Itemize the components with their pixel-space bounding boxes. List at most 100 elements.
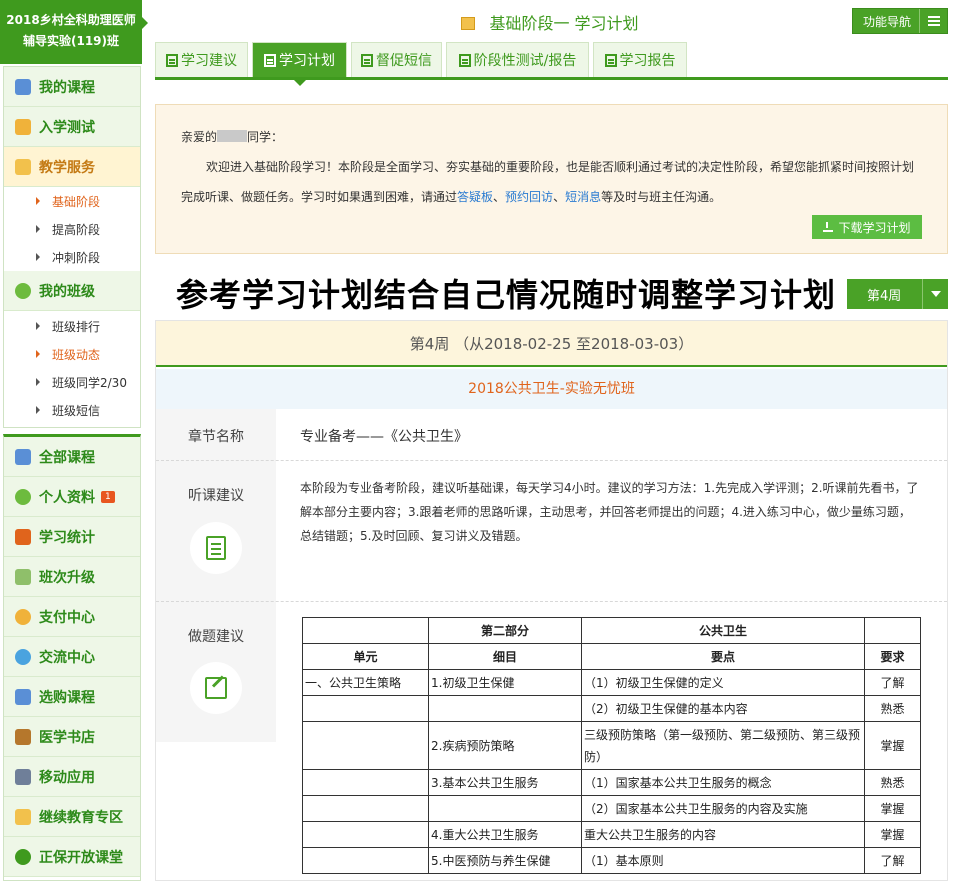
class-title-line1: 2018乡村全科助理医师: [6, 13, 136, 27]
sidebar-item-label: 班次升级: [39, 569, 95, 586]
tab-label: 学习建议: [181, 53, 237, 69]
sidebar-item-my-courses[interactable]: 我的课程: [4, 67, 140, 107]
certificate-icon: [15, 808, 31, 825]
table-cell: 重大公共卫生服务的内容: [581, 821, 865, 848]
sidebar-subitem-class-ranking[interactable]: 班级排行: [4, 312, 140, 340]
pencil-note-icon: [15, 118, 31, 135]
table-cell: 要求: [864, 643, 921, 670]
chat-icon: [15, 648, 31, 665]
tab-bar: 学习建议 学习计划 督促短信 阶段性测试/报告 学习报告: [155, 42, 948, 86]
sidebar-subitem-class-news[interactable]: 班级动态: [4, 340, 140, 368]
table-cell: 掌握: [864, 721, 921, 770]
table-row: 4.重大公共卫生服务 重大公共卫生服务的内容 掌握: [302, 821, 921, 848]
sidebar-item-label: 个人资料: [39, 489, 95, 506]
separator: 、: [493, 190, 506, 204]
table-row: （2）初级卫生保健的基本内容 熟悉: [302, 695, 921, 722]
sidebar-item-profile[interactable]: 个人资料 1: [4, 477, 140, 517]
sidebar-service-menu: 全部课程 个人资料 1 学习统计 班次升级 支付中心 交流中心 选购课程 医学书…: [3, 434, 141, 881]
menu-icon: [919, 9, 947, 33]
banner-text: 参考学习计划结合自己情况随时调整学习计划: [176, 276, 837, 314]
document-icon: [206, 536, 226, 560]
function-nav-button[interactable]: 功能导航: [852, 8, 948, 34]
sidebar-subitem-classmates[interactable]: 班级同学2/30: [4, 368, 140, 396]
table-cell: 一、公共卫生策略: [302, 669, 429, 696]
tab-stage-test[interactable]: 阶段性测试/报告: [446, 42, 589, 77]
tab-reminder-sms[interactable]: 督促短信: [351, 42, 442, 77]
week-title: 第4周 （从2018-02-25 至2018-03-03）: [156, 321, 947, 367]
sidebar-item-label: 我的课程: [39, 79, 95, 96]
table-row: 3.基本公共卫生服务 （1）国家基本公共卫生服务的概念 熟悉: [302, 769, 921, 796]
sidebar-item-study-stats[interactable]: 学习统计: [4, 517, 140, 557]
sidebar-item-label: 教学服务: [39, 159, 95, 176]
greet-suffix: 同学：: [247, 130, 284, 144]
download-plan-button[interactable]: 下载学习计划: [812, 215, 922, 239]
tab-study-advice[interactable]: 学习建议: [155, 42, 248, 77]
sidebar-item-label: 学习统计: [39, 529, 95, 546]
table-cell: 第二部分: [428, 617, 582, 644]
doc-icon: [361, 53, 373, 67]
doc-icon: [458, 53, 471, 67]
tab-study-plan[interactable]: 学习计划: [252, 42, 347, 86]
label-listen: 听课建议: [188, 488, 244, 504]
sidebar-item-open-class[interactable]: 正保开放课堂: [4, 837, 140, 877]
table-cell: 公共卫生: [581, 617, 865, 644]
tab-study-report[interactable]: 学习报告: [593, 42, 687, 77]
table-cell: （2）国家基本公共卫生服务的内容及实施: [581, 795, 865, 822]
table-cell: 三级预防策略（第一级预防、第二级预防、第三级预防）: [581, 721, 865, 770]
table-cell: 1.初级卫生保健: [428, 669, 582, 696]
table-cell: [302, 821, 429, 848]
sidebar-subitem-sprint-stage[interactable]: 冲刺阶段: [4, 243, 140, 271]
doc-icon: [166, 53, 178, 67]
sidebar-item-label: 全部课程: [39, 449, 95, 466]
separator: 、: [553, 190, 566, 204]
practice-badge: [190, 662, 242, 714]
table-cell: 掌握: [864, 821, 921, 848]
sidebar-item-bookstore[interactable]: 医学书店: [4, 717, 140, 757]
sidebar-item-my-class[interactable]: 我的班级: [4, 271, 140, 311]
welcome-box: 亲爱的 同学： 欢迎进入基础阶段学习！本阶段是全面学习、夯实基础的重要阶段，也是能…: [155, 104, 948, 254]
listen-badge: [190, 522, 242, 574]
notepad-icon: [15, 158, 31, 175]
divider: [156, 601, 947, 602]
phone-icon: [15, 768, 31, 785]
qa-board-link[interactable]: 答疑板: [457, 190, 493, 204]
cart-icon: [15, 688, 31, 705]
class-title[interactable]: 2018乡村全科助理医师 辅导实验(119)班: [0, 0, 148, 64]
welcome-line1: 欢迎进入基础阶段学习！本阶段是全面学习、夯实基础的重要阶段，也是能否顺利通过考试…: [206, 160, 915, 174]
coin-icon: [15, 608, 31, 625]
sidebar-item-class-upgrade[interactable]: 班次升级: [4, 557, 140, 597]
chapter-value: 专业备考——《公共卫生》: [300, 429, 468, 445]
welcome-line2: 完成听课、做题任务。学习时如果遇到困难，请通过答疑板、预约回访、短消息等及时与班…: [181, 188, 721, 205]
label-practice: 做题建议: [188, 629, 244, 645]
profile-badge: 1: [101, 490, 115, 503]
page-header: 基础阶段一 学习计划 功能导航: [155, 0, 950, 40]
table-cell: （1）初级卫生保健的定义: [581, 669, 865, 696]
sidebar-item-payment[interactable]: 支付中心: [4, 597, 140, 637]
sidebar-item-mobile-app[interactable]: 移动应用: [4, 757, 140, 797]
sidebar-item-entry-test[interactable]: 入学测试: [4, 107, 140, 147]
sidebar-item-continuing-edu[interactable]: 继续教育专区: [4, 797, 140, 837]
doc-icon: [264, 53, 276, 67]
week-select[interactable]: 第4周: [847, 279, 948, 309]
table-cell: [428, 695, 582, 722]
sidebar-item-communication[interactable]: 交流中心: [4, 637, 140, 677]
appointment-link[interactable]: 预约回访: [505, 190, 553, 204]
table-cell: [302, 721, 429, 770]
sidebar-subitem-basic-stage[interactable]: 基础阶段: [4, 187, 140, 215]
table-cell: [302, 795, 429, 822]
sidebar-item-all-courses[interactable]: 全部课程: [4, 437, 140, 477]
sidebar-item-buy-courses[interactable]: 选购课程: [4, 677, 140, 717]
chevron-down-icon: [922, 279, 948, 309]
table-cell: 掌握: [864, 795, 921, 822]
table-row: （2）国家基本公共卫生服务的内容及实施 掌握: [302, 795, 921, 822]
sidebar-subitem-class-sms[interactable]: 班级短信: [4, 396, 140, 424]
tab-label: 阶段性测试/报告: [473, 53, 577, 69]
table-cell: （2）初级卫生保健的基本内容: [581, 695, 865, 722]
sidebar-subitem-advanced-stage[interactable]: 提高阶段: [4, 215, 140, 243]
week-select-value: 第4周: [867, 288, 902, 304]
short-message-link[interactable]: 短消息: [565, 190, 601, 204]
class-title-line2: 辅导实验(119)班: [22, 34, 120, 48]
sidebar-item-teaching-service[interactable]: 教学服务: [4, 147, 140, 187]
week-panel: 第4周 （从2018-02-25 至2018-03-03） 2018公共卫生-实…: [155, 320, 948, 881]
table-cell: 5.中医预防与养生保健: [428, 847, 582, 874]
